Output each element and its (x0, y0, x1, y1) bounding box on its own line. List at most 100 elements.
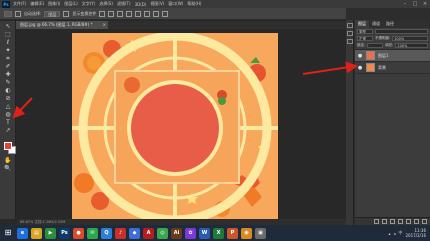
lock-icons[interactable] (367, 43, 384, 48)
canvas-area (17, 29, 346, 219)
link-layers-icon[interactable] (374, 219, 379, 224)
menu-view[interactable]: 视图(V) (150, 1, 164, 7)
ime-indicator[interactable]: 中 (398, 230, 402, 236)
menu-layer[interactable]: 图层(L) (64, 1, 77, 7)
eyedropper-tool-icon[interactable]: ✐ (3, 63, 13, 71)
add-mask-icon[interactable] (390, 219, 395, 224)
auto-select-checkbox[interactable] (15, 10, 21, 17)
windows-start-icon[interactable]: ⊞ (2, 227, 14, 239)
new-adjustment-icon[interactable] (398, 219, 403, 224)
marquee-tool-icon[interactable]: ⬚ (3, 31, 13, 39)
stamp-tool-icon[interactable]: ◐ (3, 87, 13, 95)
close-tab-icon[interactable]: × (103, 21, 106, 29)
taskbar-app-green-icon[interactable]: ◎ (157, 227, 168, 239)
taskbar-powerpoint-icon[interactable]: P (227, 227, 238, 239)
taskbar-photoshop-icon[interactable]: Ps (59, 227, 70, 239)
blend-opacity-row: 正常 不透明度: 100% (355, 35, 430, 42)
new-layer-icon[interactable] (414, 219, 419, 224)
eye-icon[interactable]: ● (357, 65, 363, 71)
taskbar-app-orange-icon[interactable]: ◉ (241, 227, 252, 239)
move-tool-icon[interactable] (4, 10, 12, 17)
tab-paths[interactable]: 路径 (383, 20, 397, 28)
align-right-icon[interactable] (144, 10, 151, 17)
tab-layers[interactable]: 图层 (355, 20, 369, 28)
fill-field[interactable]: 100% (395, 43, 428, 48)
path-select-tool-icon[interactable]: ↗ (3, 127, 13, 135)
align-top-icon[interactable] (99, 10, 106, 17)
magic-wand-tool-icon[interactable]: ✦ (3, 47, 13, 55)
menu-file[interactable]: 文件(F) (13, 1, 26, 7)
new-group-icon[interactable] (406, 219, 411, 224)
dodge-tool-icon[interactable]: ◍ (3, 111, 13, 119)
taskbar-qq-icon[interactable]: Q (101, 227, 112, 239)
clock[interactable]: 11:36 2017/2/16 (405, 228, 426, 238)
show-transform-checkbox[interactable] (63, 10, 70, 17)
align-center-icon[interactable] (135, 10, 142, 17)
adjustments-panel-icon[interactable] (347, 39, 353, 44)
layer-name[interactable]: 背景 (378, 65, 386, 71)
eye-icon[interactable]: ● (357, 53, 363, 59)
taskbar-ie-icon[interactable]: e (17, 227, 28, 239)
properties-panel-icon[interactable] (347, 31, 353, 36)
menu-window[interactable]: 窗口(W) (168, 1, 183, 7)
taskbar-word-icon[interactable]: W (199, 227, 210, 239)
history-panel-icon[interactable] (347, 23, 353, 28)
taskbar-app-blue-icon[interactable]: ◆ (129, 227, 140, 239)
taskbar-acrobat-icon[interactable]: A (143, 227, 154, 239)
brush-tool-icon[interactable]: ✎ (3, 79, 13, 87)
layer-kind-dropdown[interactable]: 类型 (357, 29, 373, 34)
menu-3d[interactable]: 3D(D) (135, 2, 147, 7)
eraser-tool-icon[interactable]: ⊘ (3, 95, 13, 103)
crop-tool-icon[interactable]: ⌗ (3, 55, 13, 63)
document-tab[interactable]: 图层.jpg @ 66.7% (图层 1, RGB/8#) * × (16, 21, 108, 29)
align-left-icon[interactable] (126, 10, 133, 17)
taskbar-wechat-icon[interactable]: ✉ (87, 227, 98, 239)
menu-edit[interactable]: 编辑(E) (30, 1, 44, 7)
minimize-button[interactable]: – (400, 1, 410, 7)
layer-name[interactable]: 图层1 (378, 53, 389, 59)
layer-thumbnail (366, 63, 375, 72)
add-style-icon[interactable] (382, 219, 387, 224)
taskbar-chrome-icon[interactable]: ● (73, 227, 84, 239)
close-button[interactable]: × (420, 1, 430, 7)
distribute-icon[interactable] (153, 10, 160, 17)
auto-select-dropdown[interactable]: 图层 (44, 10, 61, 17)
delete-layer-icon[interactable] (422, 219, 427, 224)
gradient-tool-icon[interactable]: △ (3, 103, 13, 111)
taskbar-media-icon[interactable]: ▶ (45, 227, 56, 239)
taskbar-illustrator-icon[interactable]: Ai (171, 227, 182, 239)
taskbar-excel-icon[interactable]: X (213, 227, 224, 239)
layer-row-layer1[interactable]: ● 图层1 (355, 50, 430, 62)
move-tool-icon[interactable]: ↖ (3, 23, 13, 31)
3d-mode-icon[interactable] (162, 10, 169, 17)
zoom-tool-icon[interactable]: 🔍 (3, 165, 13, 173)
align-bottom-icon[interactable] (117, 10, 124, 17)
maximize-button[interactable]: □ (410, 1, 420, 7)
taskbar-app-red-icon[interactable]: ♪ (115, 227, 126, 239)
tab-channels[interactable]: 通道 (369, 20, 383, 28)
healing-tool-icon[interactable]: ✚ (3, 71, 13, 79)
taskbar-app-purple-icon[interactable]: ✿ (185, 227, 196, 239)
menu-select[interactable]: 选择(S) (99, 1, 113, 7)
layer-row-background[interactable]: ● 背景 (355, 62, 430, 74)
hand-tool-icon[interactable]: ✋ (3, 157, 13, 165)
foreground-color-swatch[interactable] (4, 142, 12, 150)
menu-filter[interactable]: 滤镜(T) (117, 1, 131, 7)
menu-image[interactable]: 图像(I) (48, 1, 60, 7)
volume-icon[interactable]: ◂ (393, 231, 395, 236)
blend-mode-dropdown[interactable]: 正常 (357, 36, 373, 41)
type-tool-icon[interactable]: T (3, 119, 13, 127)
menu-type[interactable]: 文字(Y) (82, 1, 96, 7)
taskbar-explorer-icon[interactable]: ▤ (31, 227, 42, 239)
menu-help[interactable]: 帮助(H) (187, 1, 201, 7)
document-canvas[interactable] (72, 33, 278, 219)
layers-panel-tabs: 图层 通道 路径 (355, 20, 430, 28)
network-icon[interactable]: ▴ (388, 231, 390, 236)
lasso-tool-icon[interactable]: ℓ (3, 39, 13, 47)
clock-date: 2017/2/16 (405, 233, 426, 238)
window-controls: – □ × (400, 1, 430, 7)
align-middle-icon[interactable] (108, 10, 115, 17)
taskbar-app-gray-icon[interactable]: ▣ (255, 227, 266, 239)
opacity-field[interactable]: 100% (392, 36, 428, 41)
layer-filter-icons[interactable] (375, 29, 428, 34)
